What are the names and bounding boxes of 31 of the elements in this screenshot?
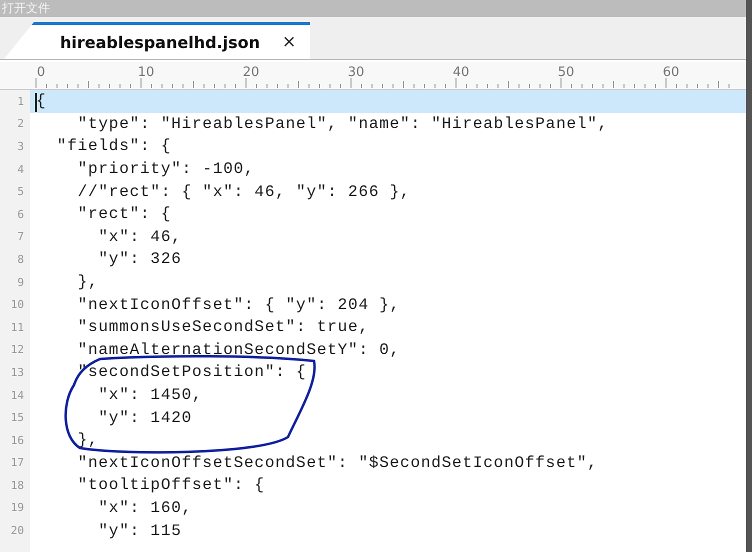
code-line: "fields": { (56, 137, 172, 156)
code-line: "summonsUseSecondSet": true, (76, 318, 369, 336)
code-line: "type": "HireablesPanel", "name": "HireablesPanel", (76, 114, 608, 133)
code-line: "nameAlternationSecondSetY": 0, (76, 340, 400, 359)
code-line: }, (76, 273, 98, 292)
close-tab-button[interactable]: × (282, 32, 296, 52)
code-line: "nextIconOffset": { "y": 204 }, (76, 296, 400, 314)
code-line: //"rect": { "x": 46, "y": 266 }, (76, 182, 410, 201)
code-line: "y": 1420 (97, 408, 192, 427)
code-line: "nextIconOffsetSecondSet": "$SecondSetIconOffset", (76, 454, 598, 472)
code-line: "rect": { (76, 205, 172, 224)
code-line: "x": 1450, (97, 386, 202, 404)
code-line: { (34, 92, 46, 110)
ruler-label: 50 (558, 65, 574, 80)
window-title: 打开文件 (1, 0, 51, 15)
code-line: "x": 160, (97, 498, 192, 517)
ruler-label: 0 (36, 65, 46, 80)
ruler-label: 10 (138, 65, 154, 80)
code-line: "y": 326 (97, 250, 182, 268)
code-line: }, (76, 431, 98, 450)
code-line: "tooltipOffset": { (76, 476, 265, 494)
line-number: 1 (0, 90, 30, 113)
ruler-label: 30 (348, 65, 364, 80)
text-cursor (35, 93, 37, 112)
file-tab[interactable]: hireablespanelhd.json × (4, 22, 310, 59)
ruler-label: 60 (662, 65, 680, 80)
code-line: "y": 115 (97, 522, 182, 540)
ruler-label: 40 (452, 65, 470, 80)
code-line: "priority": -100, (76, 160, 254, 178)
code-line: "x": 46, (97, 228, 182, 246)
ruler-label: 20 (242, 65, 260, 80)
